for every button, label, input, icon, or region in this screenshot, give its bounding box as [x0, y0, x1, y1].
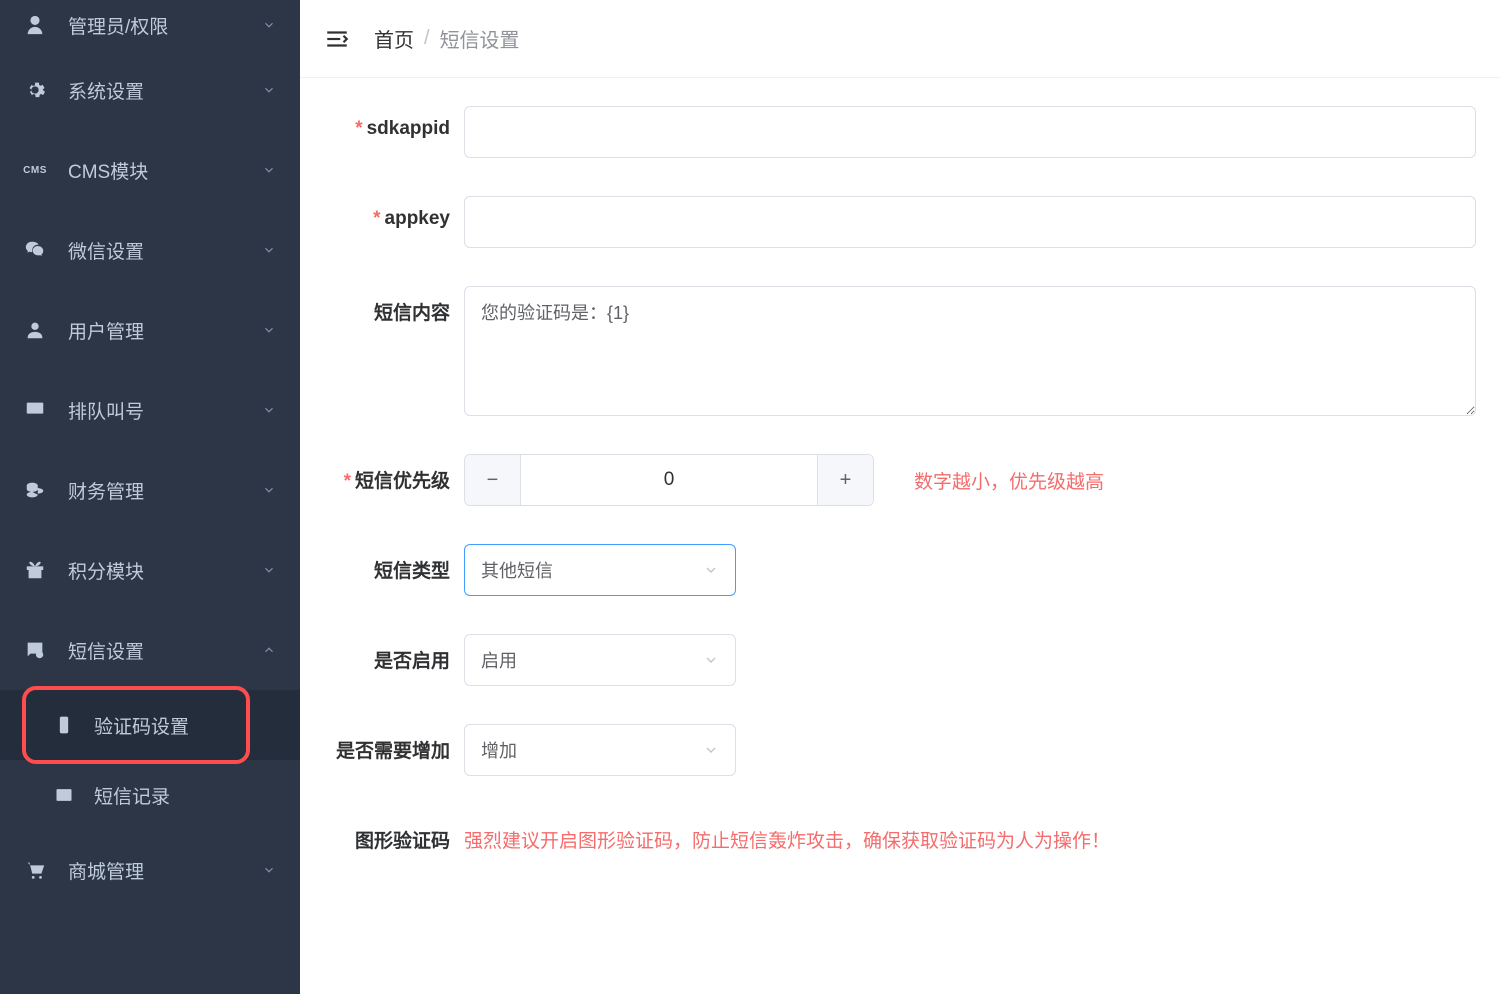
gear-icon [24, 79, 46, 101]
chevron-up-icon [262, 643, 276, 657]
label-sms-type: 短信类型 [324, 544, 464, 583]
enabled-select[interactable]: 启用 [464, 634, 736, 686]
sidebar-item-points[interactable]: 积分模块 [0, 530, 300, 610]
chevron-down-icon [703, 742, 719, 758]
chevron-down-icon [262, 323, 276, 337]
sidebar-item-shop[interactable]: 商城管理 [0, 830, 300, 910]
chevron-down-icon [262, 483, 276, 497]
collapse-sidebar-button[interactable] [324, 26, 350, 52]
sidebar-subitem-label: 验证码设置 [94, 712, 189, 739]
breadcrumb-home[interactable]: 首页 [374, 24, 414, 53]
appkey-input[interactable] [464, 196, 1476, 248]
admin-icon [24, 14, 46, 36]
sms-settings-icon [24, 639, 46, 661]
cms-icon: CMS [24, 159, 46, 181]
phone-icon [54, 715, 74, 735]
chevron-down-icon [262, 403, 276, 417]
sidebar-item-label: 用户管理 [68, 317, 262, 344]
sidebar-item-label: CMS模块 [68, 157, 262, 184]
stepper-increase-button[interactable]: + [817, 455, 873, 505]
sms-content-textarea[interactable] [464, 286, 1476, 416]
sidebar-item-users[interactable]: 用户管理 [0, 290, 300, 370]
sidebar-subitem-sms-log[interactable]: 短信记录 [0, 760, 300, 830]
chevron-down-icon [262, 83, 276, 97]
select-value: 其他短信 [481, 557, 703, 583]
priority-stepper: − + [464, 454, 874, 506]
select-value: 启用 [481, 647, 703, 673]
select-value: 增加 [481, 737, 703, 763]
priority-hint: 数字越小，优先级越高 [914, 467, 1104, 494]
sidebar-item-label: 系统设置 [68, 77, 262, 104]
row-appkey: *appkey [324, 196, 1476, 248]
row-sms-type: 短信类型 其他短信 [324, 544, 1476, 596]
sidebar-subitem-label: 短信记录 [94, 782, 170, 809]
row-captcha: 图形验证码 强烈建议开启图形验证码，防止短信轰炸攻击，确保获取验证码为人为操作！ [324, 814, 1476, 853]
coins-icon [24, 479, 46, 501]
sidebar-item-queue[interactable]: 排队叫号 [0, 370, 300, 450]
sidebar-subitem-verification-code[interactable]: 验证码设置 [0, 690, 300, 760]
captcha-hint: 强烈建议开启图形验证码，防止短信轰炸攻击，确保获取验证码为人为操作！ [464, 814, 1110, 853]
label-captcha: 图形验证码 [324, 814, 464, 853]
breadcrumb-separator: / [424, 27, 430, 50]
sidebar-item-label: 积分模块 [68, 557, 262, 584]
breadcrumb: 首页 / 短信设置 [374, 24, 520, 53]
form-content: *sdkappid *appkey 短信内容 *短信优先级 [300, 78, 1500, 994]
sms-type-select[interactable]: 其他短信 [464, 544, 736, 596]
chevron-down-icon [703, 562, 719, 578]
sidebar-item-label: 微信设置 [68, 237, 262, 264]
topbar: 首页 / 短信设置 [300, 0, 1500, 78]
row-need-add: 是否需要增加 增加 [324, 724, 1476, 776]
sidebar-item-system[interactable]: 系统设置 [0, 50, 300, 130]
chevron-down-icon [262, 863, 276, 877]
wechat-icon [24, 239, 46, 261]
chevron-down-icon [262, 563, 276, 577]
breadcrumb-current: 短信设置 [440, 24, 520, 53]
sidebar-item-cms[interactable]: CMS CMS模块 [0, 130, 300, 210]
main: 首页 / 短信设置 *sdkappid *appkey 短信内容 [300, 0, 1500, 994]
sidebar-item-wechat[interactable]: 微信设置 [0, 210, 300, 290]
sidebar-item-label: 管理员/权限 [68, 12, 262, 39]
row-priority: *短信优先级 − + 数字越小，优先级越高 [324, 454, 1476, 506]
envelope-icon [54, 785, 74, 805]
sidebar: 管理员/权限 系统设置 CMS CMS模块 微信设置 用户 [0, 0, 300, 994]
priority-input[interactable] [521, 455, 817, 505]
row-enabled: 是否启用 启用 [324, 634, 1476, 686]
row-sms-content: 短信内容 [324, 286, 1476, 416]
sidebar-item-sms[interactable]: 短信设置 [0, 610, 300, 690]
sidebar-item-label: 短信设置 [68, 637, 262, 664]
cart-icon [24, 859, 46, 881]
label-need-add: 是否需要增加 [324, 724, 464, 763]
label-sms-content: 短信内容 [324, 286, 464, 325]
chevron-down-icon [262, 18, 276, 32]
need-add-select[interactable]: 增加 [464, 724, 736, 776]
chevron-down-icon [262, 163, 276, 177]
label-enabled: 是否启用 [324, 634, 464, 673]
sidebar-item-label: 财务管理 [68, 477, 262, 504]
monitor-icon [24, 399, 46, 421]
sidebar-item-admin[interactable]: 管理员/权限 [0, 0, 300, 50]
stepper-decrease-button[interactable]: − [465, 455, 521, 505]
row-sdkappid: *sdkappid [324, 106, 1476, 158]
gift-icon [24, 559, 46, 581]
chevron-down-icon [703, 652, 719, 668]
user-icon [24, 319, 46, 341]
label-priority: *短信优先级 [324, 454, 464, 493]
sidebar-item-label: 排队叫号 [68, 397, 262, 424]
label-sdkappid: *sdkappid [324, 106, 464, 140]
chevron-down-icon [262, 243, 276, 257]
sidebar-item-label: 商城管理 [68, 857, 262, 884]
sdkappid-input[interactable] [464, 106, 1476, 158]
sidebar-item-finance[interactable]: 财务管理 [0, 450, 300, 530]
label-appkey: *appkey [324, 196, 464, 230]
